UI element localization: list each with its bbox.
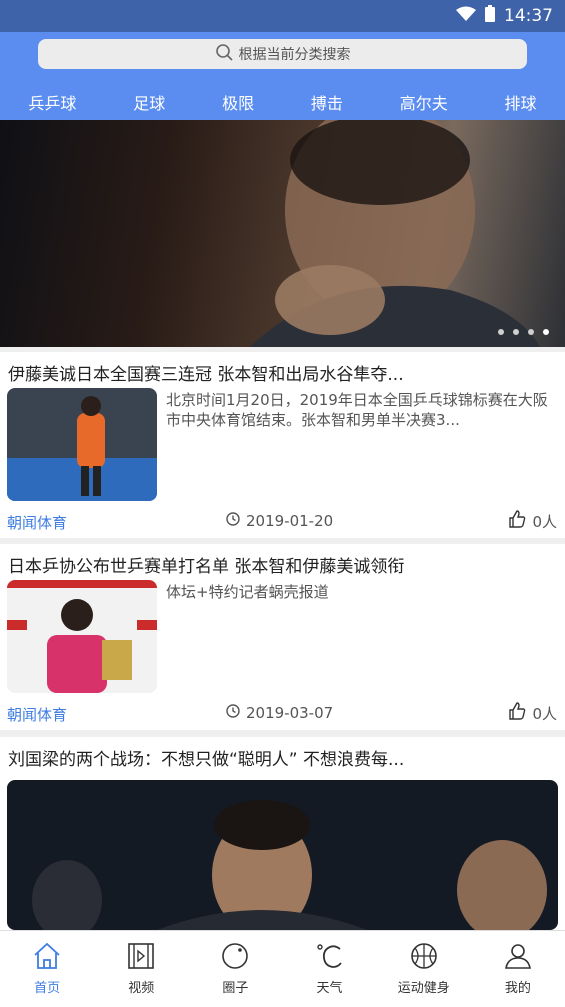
article-date-text: 2019-03-07 [246,704,334,722]
article-summary: 北京时间1月20日，2019年日本全国乒乓球锦标赛在大阪市中央体育馆结束。张本智… [166,391,548,429]
article-card[interactable]: 伊藤美诚日本全国赛三连冠 张本智和出局水谷隼夺... 北京时间1月20日，201… [0,352,565,538]
thumbs-up-icon [508,510,526,532]
article-card[interactable]: 刘国梁的两个战场：不想只做“聪明人” 不想浪费每... [0,737,565,930]
nav-fitness-label: 运动健身 [397,981,450,996]
weather-icon [315,942,345,974]
nav-weather[interactable]: 天气 [295,942,365,996]
status-bar: 14:37 [0,0,565,32]
thumbs-up-icon [508,702,526,724]
article-source[interactable]: 朝闻体育 [7,704,67,725]
nav-video[interactable]: 视频 [106,942,176,996]
article-title[interactable]: 伊藤美诚日本全国赛三连冠 张本智和出局水谷隼夺... [8,360,557,385]
article-card[interactable]: 日本乒协公布世乒赛单打名单 张本智和伊藤美诚领衔 体坛+特约记者蜗壳报道 朝闻体… [0,544,565,730]
carousel-dots [498,329,549,335]
nav-video-label: 视频 [128,981,155,996]
carousel-dot[interactable] [543,329,549,335]
banner-image [250,120,540,347]
banner-carousel[interactable] [0,120,565,347]
article-summary: 体坛+特约记者蜗壳报道 [166,583,329,601]
article-thumbnail[interactable] [7,388,157,501]
search-placeholder: 根据当前分类搜索 [238,47,351,63]
like-button[interactable]: 0人 [508,510,557,532]
article-image[interactable] [7,780,558,930]
article-source[interactable]: 朝闻体育 [7,512,67,533]
film-icon [126,942,156,974]
tab-volleyball[interactable]: 排球 [501,90,541,118]
nav-home[interactable]: 首页 [12,942,82,996]
search-input[interactable]: 根据当前分类搜索 [38,39,527,69]
clock-icon [226,704,240,722]
carousel-dot[interactable] [528,329,534,335]
article-date: 2019-03-07 [226,704,333,722]
article-title[interactable]: 日本乒协公布世乒赛单打名单 张本智和伊藤美诚领衔 [8,552,557,577]
header: 根据当前分类搜索 兵乒球 足球 极限 搏击 高尔夫 排球 [0,32,565,124]
bottom-nav: 首页 视频 圈子 天气 运动健身 我的 [0,930,565,1007]
status-time: 14:37 [504,6,553,26]
tab-fighting[interactable]: 搏击 [307,90,347,118]
carousel-dot[interactable] [498,329,504,335]
carousel-dot[interactable] [513,329,519,335]
tab-pingpong[interactable]: 兵乒球 [24,90,80,124]
search-icon [215,43,233,65]
home-icon [32,942,62,974]
wifi-icon [456,6,476,27]
tab-football[interactable]: 足球 [129,90,169,118]
like-count: 0人 [532,704,557,723]
like-count: 0人 [532,512,557,531]
circle-icon [220,942,250,974]
nav-home-label: 首页 [34,981,61,996]
clock-icon [226,512,240,530]
tab-golf[interactable]: 高尔夫 [396,90,452,118]
nav-circle[interactable]: 圈子 [200,942,270,996]
nav-weather-label: 天气 [316,981,343,996]
article-title[interactable]: 刘国梁的两个战场：不想只做“聪明人” 不想浪费每... [8,745,557,770]
tab-extreme[interactable]: 极限 [218,90,258,118]
battery-icon [484,4,496,28]
article-date-text: 2019-01-20 [246,512,334,530]
nav-circle-label: 圈子 [222,981,249,996]
nav-fitness[interactable]: 运动健身 [389,942,459,996]
user-icon [503,942,533,974]
article-date: 2019-01-20 [226,512,333,530]
nav-mine[interactable]: 我的 [483,942,553,996]
basketball-icon [409,942,439,974]
category-tabs: 兵乒球 足球 极限 搏击 高尔夫 排球 [0,90,565,124]
like-button[interactable]: 0人 [508,702,557,724]
article-thumbnail[interactable] [7,580,157,693]
nav-mine-label: 我的 [504,981,531,996]
